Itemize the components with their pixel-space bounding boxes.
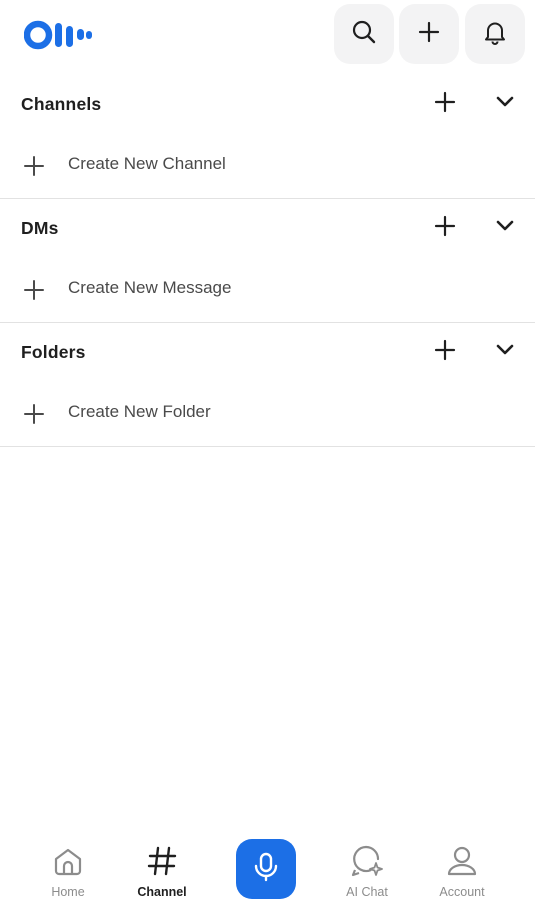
create-folder-row[interactable]: Create New Folder — [0, 385, 535, 445]
plus-icon — [434, 91, 456, 113]
ai-chat-icon — [350, 844, 384, 878]
row-label: Create New Folder — [68, 402, 211, 421]
top-bar — [0, 0, 535, 70]
nav-channel[interactable]: Channel — [122, 844, 202, 904]
collapse-channels-button[interactable] — [493, 90, 517, 114]
folders-header[interactable]: Folders — [0, 323, 535, 385]
user-icon — [445, 844, 479, 878]
collapse-dms-button[interactable] — [493, 214, 517, 238]
bell-icon — [482, 19, 508, 50]
row-label: Create New Channel — [68, 154, 226, 173]
nav-account[interactable]: Account — [422, 844, 502, 904]
section-title: DMs — [21, 218, 59, 238]
nav-home[interactable]: Home — [28, 844, 108, 904]
chevron-down-icon — [496, 344, 514, 355]
hash-icon — [145, 844, 179, 878]
plus-icon — [434, 215, 456, 237]
channels-header[interactable]: Channels — [0, 75, 535, 137]
plus-icon — [21, 401, 47, 427]
chevron-down-icon — [496, 96, 514, 107]
section-title: Folders — [21, 342, 86, 362]
nav-label: Channel — [137, 885, 187, 899]
app-root: Channels Create New Channel DMs Create N… — [0, 0, 535, 915]
home-icon — [51, 844, 85, 878]
create-button[interactable] — [399, 4, 459, 64]
row-label: Create New Message — [68, 278, 232, 297]
nav-label: Home — [51, 885, 85, 899]
add-channel-button[interactable] — [431, 88, 459, 116]
notifications-button[interactable] — [465, 4, 525, 64]
search-button[interactable] — [334, 4, 394, 64]
plus-icon — [21, 277, 47, 303]
plus-icon — [21, 153, 47, 179]
microphone-icon — [253, 852, 279, 887]
bottom-navigation: Home Channel AI Chat Account — [0, 830, 535, 915]
chevron-down-icon — [496, 220, 514, 231]
section-title: Channels — [21, 94, 102, 114]
record-button[interactable] — [236, 839, 296, 899]
nav-label: AI Chat — [346, 885, 388, 899]
otter-logo-icon[interactable] — [23, 20, 96, 50]
channels-section: Channels Create New Channel — [0, 75, 535, 199]
add-dm-button[interactable] — [431, 212, 459, 240]
plus-icon — [417, 20, 441, 49]
dms-section: DMs Create New Message — [0, 199, 535, 323]
nav-ai-chat[interactable]: AI Chat — [327, 844, 407, 904]
create-message-row[interactable]: Create New Message — [0, 261, 535, 321]
plus-icon — [434, 339, 456, 361]
folders-section: Folders Create New Folder — [0, 323, 535, 447]
search-icon — [351, 19, 377, 50]
create-channel-row[interactable]: Create New Channel — [0, 137, 535, 197]
dms-header[interactable]: DMs — [0, 199, 535, 261]
add-folder-button[interactable] — [431, 336, 459, 364]
collapse-folders-button[interactable] — [493, 338, 517, 362]
nav-label: Account — [439, 885, 485, 899]
